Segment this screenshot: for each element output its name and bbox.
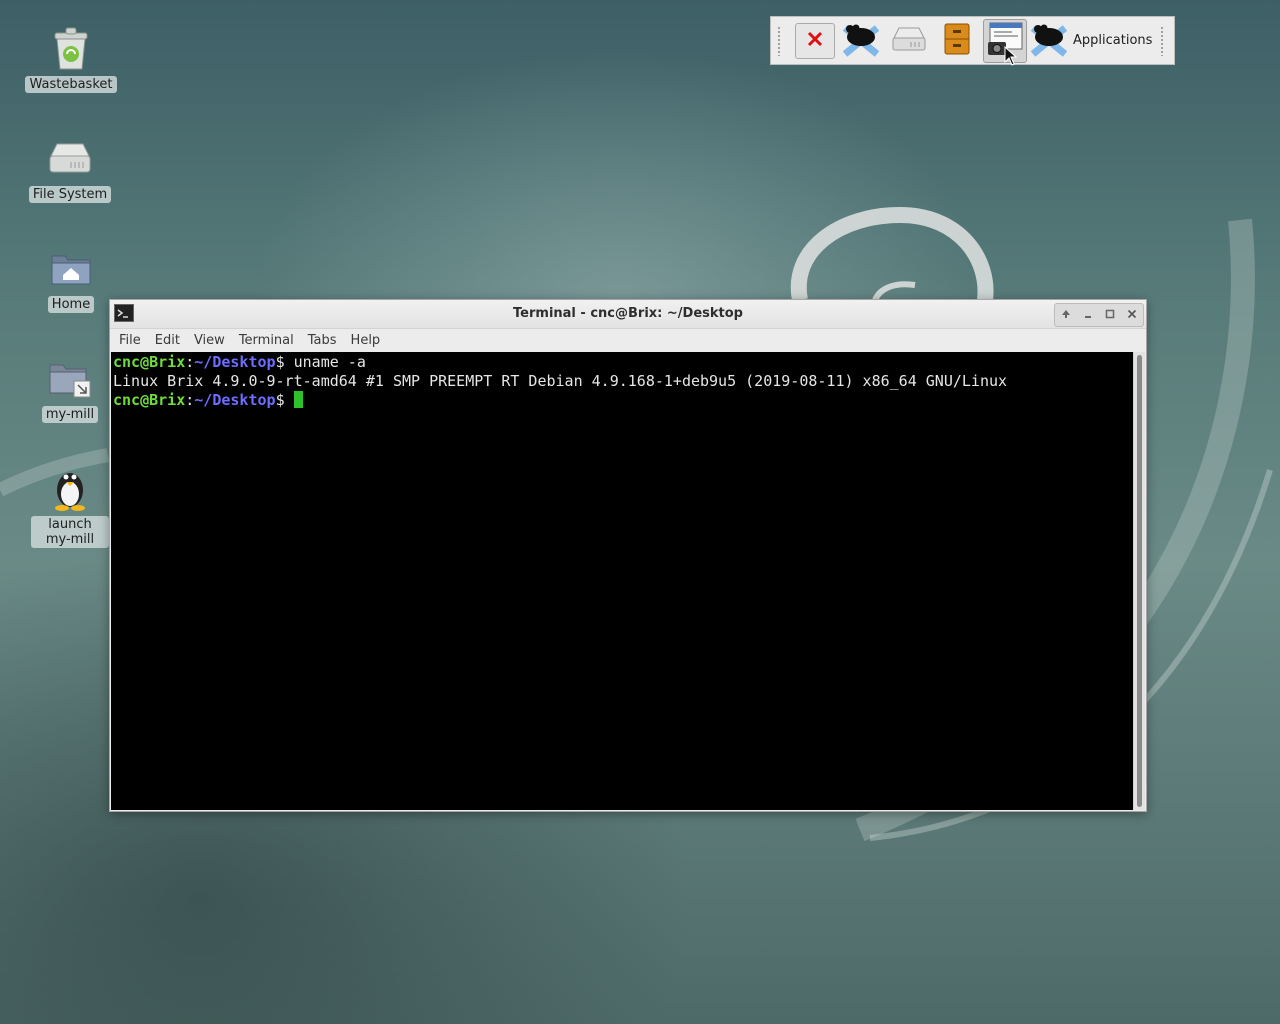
prompt-symbol: $ (275, 391, 294, 409)
minimize-button[interactable] (1077, 304, 1099, 326)
desktop-icon-label: my-mill (41, 406, 99, 423)
desktop-icon-my-mill[interactable]: my-mill (22, 354, 118, 423)
arrow-up-icon (1061, 309, 1071, 321)
menu-terminal[interactable]: Terminal (232, 333, 301, 348)
panel-file-cabinet-button[interactable] (935, 19, 979, 63)
desktop-icon-home[interactable]: Home (23, 244, 119, 313)
prompt-user: cnc@Brix (113, 391, 186, 409)
file-cabinet-icon (943, 22, 971, 60)
maximize-button[interactable] (1099, 304, 1121, 326)
command-text: uname -a (293, 353, 366, 371)
terminal-line: cnc@Brix:~/Desktop$ uname -a (113, 353, 1134, 372)
top-panel: Applications (770, 16, 1175, 65)
drive-icon (46, 134, 94, 182)
menu-file[interactable]: File (112, 333, 148, 348)
menu-edit[interactable]: Edit (148, 333, 187, 348)
close-icon (1127, 309, 1137, 321)
close-icon (806, 30, 824, 52)
home-folder-icon (47, 244, 95, 292)
terminal-line: Linux Brix 4.9.0-9-rt-amd64 #1 SMP PREEM… (113, 372, 1134, 391)
penguin-icon (46, 464, 94, 512)
trash-icon (47, 24, 95, 72)
desktop-icon-label: File System (28, 186, 112, 203)
panel-drag-handle[interactable] (777, 25, 781, 56)
desktop-icon-label: Wastebasket (25, 76, 117, 93)
applications-menu-button[interactable]: Applications (1029, 19, 1160, 63)
desktop-icon-label: Home (47, 296, 95, 313)
minimize-icon (1083, 309, 1093, 321)
desktop-icon-launch-my-mill[interactable]: launch my-mill (22, 464, 118, 548)
menu-tabs[interactable]: Tabs (301, 333, 344, 348)
xfce-mouse-icon (841, 20, 881, 62)
drive-icon (891, 25, 927, 57)
title-bar[interactable]: Terminal - cnc@Brix: ~/Desktop (110, 300, 1146, 329)
prompt-symbol: $ (275, 353, 294, 371)
panel-drive-button[interactable] (887, 19, 931, 63)
close-button[interactable] (1121, 304, 1143, 326)
panel-close-window-button[interactable] (795, 22, 835, 59)
terminal-line: cnc@Brix:~/Desktop$ (113, 391, 1134, 410)
mouse-pointer-icon (1004, 46, 1018, 66)
vertical-scrollbar[interactable] (1133, 352, 1145, 810)
menu-bar: File Edit View Terminal Tabs Help (110, 329, 1146, 351)
window-controls (1054, 303, 1144, 327)
menu-view[interactable]: View (187, 333, 232, 348)
panel-xfce-mouse-button[interactable] (839, 19, 883, 63)
desktop-icon-file-system[interactable]: File System (22, 134, 118, 203)
window-title: Terminal - cnc@Brix: ~/Desktop (513, 306, 743, 321)
prompt-path: ~/Desktop (194, 391, 276, 409)
menu-help[interactable]: Help (344, 333, 388, 348)
desktop[interactable]: Wastebasket File System Home my-mill lau… (0, 0, 1280, 1024)
prompt-user: cnc@Brix (113, 353, 186, 371)
terminal-output[interactable]: cnc@Brix:~/Desktop$ uname -a Linux Brix 4… (111, 352, 1134, 810)
maximize-icon (1105, 309, 1115, 321)
command-output: Linux Brix 4.9.0-9-rt-amd64 #1 SMP PREEM… (113, 372, 1008, 390)
scrollbar-thumb[interactable] (1137, 355, 1142, 807)
prompt-separator: : (185, 353, 195, 371)
prompt-path: ~/Desktop (194, 353, 276, 371)
folder-link-icon (46, 354, 94, 402)
text-cursor (293, 391, 303, 408)
xfce-mouse-icon (1029, 20, 1069, 62)
shade-button[interactable] (1055, 304, 1077, 326)
prompt-separator: : (185, 391, 195, 409)
desktop-icon-label: launch my-mill (31, 516, 109, 548)
terminal-window[interactable]: Terminal - cnc@Brix: ~/Desktop File Edit… (109, 299, 1147, 812)
applications-label: Applications (1073, 33, 1153, 48)
panel-drag-handle[interactable] (1160, 25, 1165, 56)
desktop-icon-wastebasket[interactable]: Wastebasket (23, 24, 119, 93)
